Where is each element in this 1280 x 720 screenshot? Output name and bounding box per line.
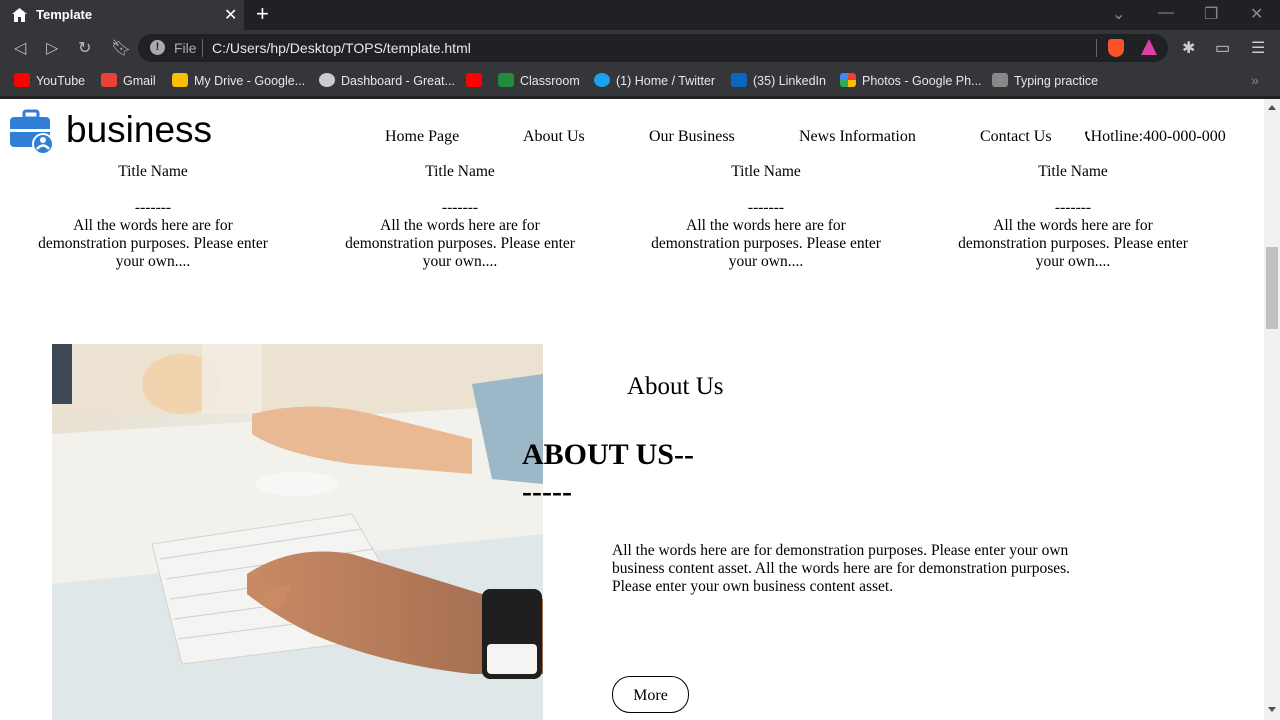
card-title: Title Name: [118, 163, 188, 180]
window-close-icon[interactable]: ✕: [1250, 4, 1263, 24]
more-bookmarks-icon[interactable]: »: [1251, 72, 1259, 88]
card-divider: -------: [441, 199, 479, 216]
browser-tab-strip: Template ✕ + ⌄ — ❐ ✕: [0, 0, 1280, 30]
youtube-icon: [14, 73, 30, 87]
scroll-up-icon[interactable]: [1268, 105, 1276, 110]
tab-search-icon[interactable]: ⌄: [1112, 4, 1125, 24]
brave-rewards-icon[interactable]: [1141, 39, 1157, 55]
divider: [1096, 39, 1097, 57]
bookmark-typing-practice[interactable]: Typing practice: [992, 73, 1098, 88]
bookmark-gmail[interactable]: Gmail: [101, 73, 156, 88]
nav-contact-us[interactable]: Contact Us: [980, 128, 1052, 146]
about-heading: About Us: [627, 373, 724, 400]
hotline-text: Hotline:400-000-000: [1090, 128, 1226, 145]
card-title: Title Name: [731, 163, 801, 180]
linkedin-icon: [731, 73, 747, 87]
site-info-icon[interactable]: !: [150, 40, 165, 55]
google-drive-icon: [172, 73, 188, 87]
card-text: All the words here are for demonstration…: [38, 217, 268, 270]
nav-home-page[interactable]: Home Page: [385, 128, 459, 146]
twitter-icon: [594, 73, 610, 87]
bookmark-youtube[interactable]: YouTube: [14, 73, 85, 88]
card-text: All the words here are for demonstration…: [345, 217, 575, 270]
card-title: Title Name: [1038, 163, 1108, 180]
address-toolbar: ◁ ▷ ↻ 🔖︎ ! File C:/Users/hp/Desktop/TOPS…: [0, 30, 1280, 66]
page-scrollbar[interactable]: [1264, 99, 1280, 720]
bookmark-dashboard[interactable]: Dashboard - Great...: [319, 73, 455, 88]
brave-shields-icon[interactable]: [1108, 39, 1124, 57]
close-tab-icon[interactable]: ✕: [224, 5, 237, 25]
site-logo-text[interactable]: business: [66, 109, 212, 151]
scrollbar-thumb[interactable]: [1266, 247, 1278, 329]
about-big-heading: ABOUT US-- -----: [522, 438, 694, 508]
nav-our-business[interactable]: Our Business: [649, 128, 735, 146]
google-photos-icon: [840, 73, 856, 87]
bookmark-youtube-2[interactable]: [466, 73, 488, 88]
bookmark-classroom[interactable]: Classroom: [498, 73, 580, 88]
url-text[interactable]: C:/Users/hp/Desktop/TOPS/template.html: [212, 40, 471, 56]
card-title: Title Name: [425, 163, 495, 180]
bookmark-twitter[interactable]: (1) Home / Twitter: [594, 73, 715, 88]
reload-icon[interactable]: ↻: [78, 38, 91, 58]
gmail-icon: [101, 73, 117, 87]
minimize-icon[interactable]: —: [1158, 4, 1174, 22]
menu-icon[interactable]: ☰: [1251, 38, 1265, 58]
forward-icon[interactable]: ▷: [46, 38, 58, 58]
nav-about-us[interactable]: About Us: [523, 128, 585, 146]
nav-news-information[interactable]: News Information: [799, 128, 916, 146]
card-text: All the words here are for demonstration…: [651, 217, 881, 270]
wallet-icon[interactable]: ▭: [1215, 38, 1230, 58]
scroll-down-icon[interactable]: [1268, 707, 1276, 712]
address-bar[interactable]: ! File C:/Users/hp/Desktop/TOPS/template…: [138, 34, 1168, 62]
feature-card: Title Name ------- All the words here ar…: [948, 163, 1198, 271]
extensions-icon[interactable]: ✱: [1182, 38, 1195, 58]
about-text: All the words here are for demonstration…: [612, 542, 1071, 595]
about-photo: [52, 344, 543, 720]
bookmarks-bar: YouTube Gmail My Drive - Google... Dashb…: [0, 66, 1280, 96]
card-divider: -------: [747, 199, 785, 216]
bookmark-google-photos[interactable]: Photos - Google Ph...: [840, 73, 982, 88]
card-text: All the words here are for demonstration…: [958, 217, 1188, 270]
tab-title: Template: [36, 7, 93, 22]
browser-tab[interactable]: Template ✕: [0, 0, 244, 30]
more-button[interactable]: More: [612, 676, 689, 713]
back-icon[interactable]: ◁: [14, 38, 26, 58]
home-icon: [12, 8, 27, 22]
globe-icon: [319, 73, 335, 87]
site-header: business Home Page About Us Our Business…: [0, 99, 1264, 163]
card-divider: -------: [134, 199, 172, 216]
bookmark-linkedin[interactable]: (35) LinkedIn: [731, 73, 826, 88]
briefcase-logo-icon[interactable]: [10, 109, 56, 155]
hotline: 📞︎Hotline:400-000-000: [1085, 128, 1226, 146]
typing-icon: [992, 73, 1008, 87]
classroom-icon: [498, 73, 514, 87]
url-scheme-label: File: [174, 40, 197, 56]
new-tab-button[interactable]: +: [256, 3, 269, 25]
feature-card: Title Name ------- All the words here ar…: [335, 163, 585, 271]
feature-card: Title Name ------- All the words here ar…: [28, 163, 278, 271]
feature-card: Title Name ------- All the words here ar…: [641, 163, 891, 271]
youtube-icon: [466, 73, 482, 87]
bookmark-icon[interactable]: 🔖︎: [111, 38, 131, 58]
page-viewport: Title Name ------- All the words here ar…: [0, 99, 1264, 720]
restore-icon[interactable]: ❐: [1204, 4, 1218, 24]
divider: [202, 39, 203, 57]
bookmark-my-drive[interactable]: My Drive - Google...: [172, 73, 305, 88]
card-divider: -------: [1054, 199, 1092, 216]
